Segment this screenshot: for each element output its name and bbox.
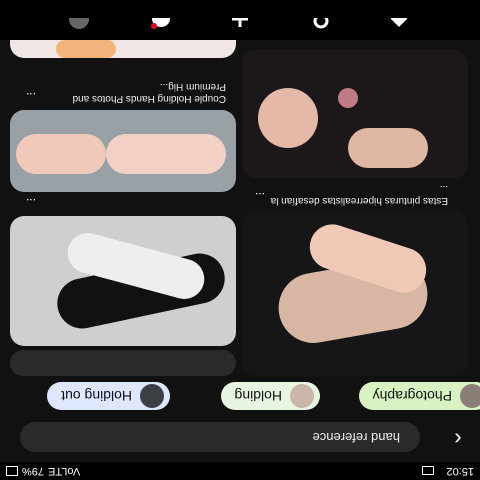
chip-holding[interactable]: Holding xyxy=(220,382,320,410)
hand-shape xyxy=(348,128,428,168)
battery-percent: 79% xyxy=(22,465,45,477)
chip-label: Holding out xyxy=(61,388,132,404)
chip-label: Photography xyxy=(372,388,452,404)
search-query: hand reference xyxy=(312,430,400,445)
pin-more-icon[interactable]: ... xyxy=(26,90,36,104)
hand-shape xyxy=(16,134,106,174)
chip-photography[interactable]: Photography xyxy=(358,382,480,410)
pin-more-icon[interactable]: ... xyxy=(26,196,36,210)
back-arrow-icon[interactable]: ‹ xyxy=(446,426,470,452)
pin-image-couple-hands[interactable] xyxy=(10,110,236,192)
screen: 15:02 VoLTE 79% ‹ hand reference Photogr… xyxy=(0,0,480,480)
search-input[interactable]: hand reference xyxy=(20,422,420,452)
pin-image-hands-flower[interactable] xyxy=(242,50,468,178)
status-bar: 15:02 VoLTE 79% xyxy=(0,462,480,480)
pin-image-hands-dark[interactable] xyxy=(242,211,468,376)
pin-caption: Estas pinturas hiperrealistas desafían l… xyxy=(270,183,448,206)
pin-caption: Couple Holding Hands Photos and Premium … xyxy=(72,81,226,104)
hand-shape xyxy=(106,134,226,174)
chip-row: Photography Holding Holding out xyxy=(0,378,480,410)
pin-grid: ... Estas pinturas hiperrealistas desafí… xyxy=(0,18,480,376)
signal-icon: VoLTE xyxy=(48,465,81,477)
chip-thumbnail xyxy=(460,384,480,408)
battery-icon xyxy=(6,466,18,476)
gesture-bar xyxy=(0,0,480,18)
flower-shape xyxy=(338,88,358,108)
pin-more-icon[interactable]: ... xyxy=(255,190,265,204)
hand-shape xyxy=(258,88,318,148)
status-right: VoLTE 79% xyxy=(6,465,80,477)
chip-thumbnail xyxy=(140,384,164,408)
hand-shape xyxy=(56,40,116,58)
search-bar: ‹ hand reference xyxy=(0,418,480,458)
chip-holding-out[interactable]: Holding out xyxy=(47,382,170,410)
pin-image-hand-shadow[interactable] xyxy=(10,216,236,346)
status-time: 15:02 xyxy=(446,465,474,477)
chip-thumbnail xyxy=(290,384,314,408)
pin-image-partial[interactable] xyxy=(10,350,236,376)
chip-label: Holding xyxy=(234,388,282,404)
notification-icon xyxy=(422,466,434,475)
